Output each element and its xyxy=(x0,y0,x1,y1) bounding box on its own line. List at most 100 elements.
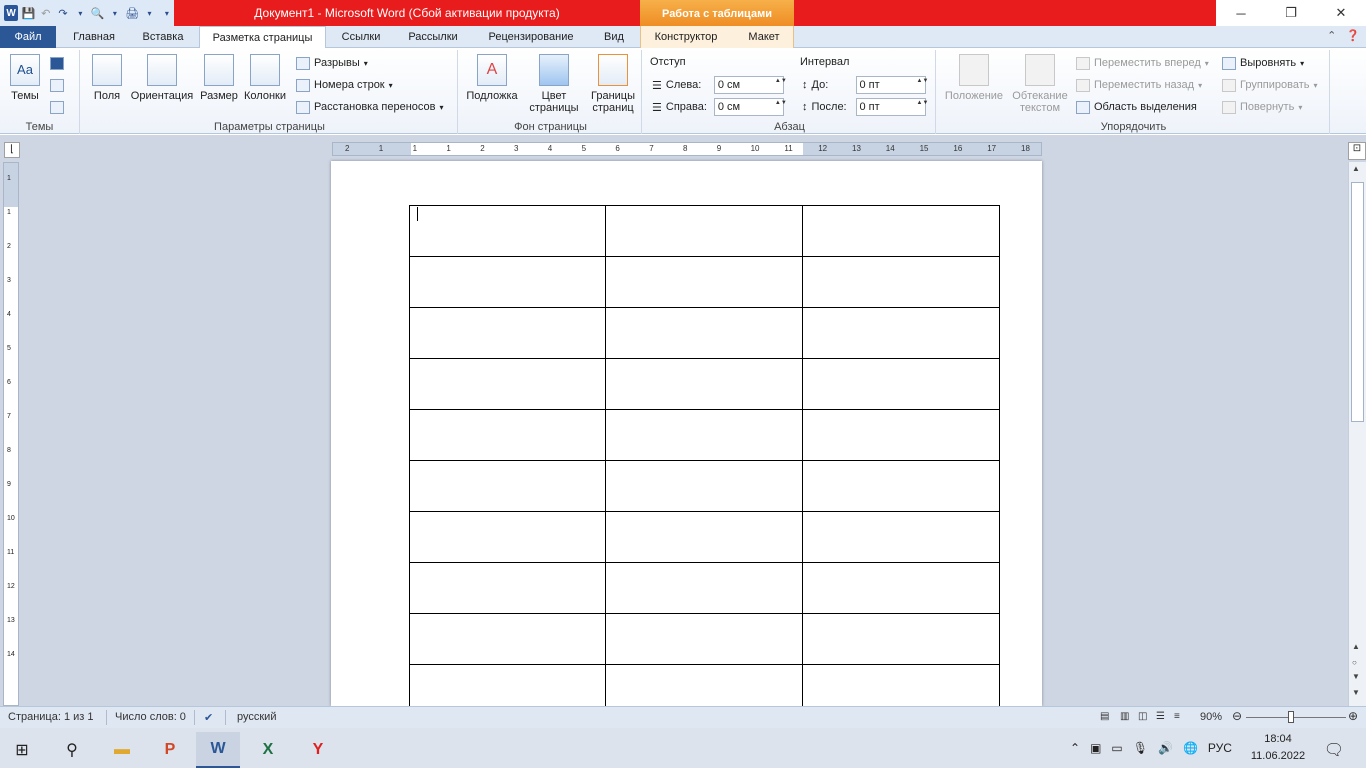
document-page[interactable] xyxy=(331,161,1042,716)
send-backward-button[interactable]: Переместить назад ▾ xyxy=(1076,76,1202,94)
print-preview-icon[interactable]: 🔍 xyxy=(90,5,105,21)
notification-app-icon[interactable]: ▣ xyxy=(1090,741,1101,755)
group-objects-button[interactable]: Группировать ▾ xyxy=(1222,76,1318,94)
scroll-up-icon[interactable]: ▲ xyxy=(1352,164,1360,173)
tab-review[interactable]: Рецензирование xyxy=(474,26,588,48)
spacing-after-input[interactable]: 0 пт xyxy=(855,98,926,116)
microphone-icon[interactable]: 🎙 xyxy=(1133,741,1148,755)
customize-qat-icon[interactable]: ▾ xyxy=(160,5,174,21)
table-cell[interactable] xyxy=(802,256,1000,308)
indent-left-input[interactable]: 0 см xyxy=(713,76,784,94)
size-button[interactable]: Размер xyxy=(196,54,242,102)
table-cell[interactable] xyxy=(802,562,1000,614)
orientation-button[interactable]: Ориентация xyxy=(128,54,196,102)
selection-pane-button[interactable]: Область выделения xyxy=(1076,98,1197,116)
vertical-ruler[interactable]: 1 1 2 3 4 5 6 7 8 9 10 11 12 13 14 xyxy=(3,162,19,706)
outline-view-icon[interactable]: ☰ xyxy=(1156,711,1165,722)
language-indicator[interactable]: русский xyxy=(237,711,276,723)
tab-page-layout[interactable]: Разметка страницы xyxy=(199,26,326,49)
page-count[interactable]: Страница: 1 из 1 xyxy=(8,711,94,723)
file-explorer-icon[interactable]: ▬ xyxy=(100,732,144,768)
close-icon[interactable]: ✕ xyxy=(1316,0,1366,26)
table-cell[interactable] xyxy=(409,460,606,512)
table-cell[interactable] xyxy=(409,307,606,359)
word-count[interactable]: Число слов: 0 xyxy=(115,711,186,723)
tab-mailings[interactable]: Рассылки xyxy=(396,26,470,48)
dropdown-icon[interactable]: ▾ xyxy=(73,5,87,21)
save-icon[interactable]: 💾 xyxy=(21,5,36,21)
page-color-button[interactable]: Цвет страницы xyxy=(524,54,584,114)
language-indicator[interactable]: РУС xyxy=(1208,741,1232,755)
full-screen-reading-icon[interactable]: ▥ xyxy=(1120,711,1129,722)
table-cell[interactable] xyxy=(409,256,606,308)
network-globe-icon[interactable]: 🌐 xyxy=(1183,741,1198,755)
zoom-level[interactable]: 90% xyxy=(1200,711,1222,723)
line-numbers-button[interactable]: Номера строк ▾ xyxy=(296,76,393,94)
word-taskbar-icon[interactable]: W xyxy=(196,732,240,768)
draft-view-icon[interactable]: ≡ xyxy=(1174,711,1180,722)
scroll-up-icon[interactable]: ▲ xyxy=(1352,642,1360,651)
table-cell[interactable] xyxy=(409,511,606,563)
zoom-slider-track[interactable] xyxy=(1246,717,1346,718)
tab-references[interactable]: Ссылки xyxy=(330,26,392,48)
clock[interactable]: 18:04 11.06.2022 xyxy=(1248,731,1308,765)
table-cell[interactable] xyxy=(605,409,803,461)
zoom-slider-handle[interactable] xyxy=(1288,711,1294,723)
hyphenation-button[interactable]: Расстановка переносов ▾ xyxy=(296,98,444,116)
table-cell[interactable] xyxy=(605,613,803,665)
view-ruler-icon[interactable]: ⊡ xyxy=(1348,142,1366,160)
table-cell[interactable] xyxy=(409,562,606,614)
table-cell[interactable] xyxy=(802,358,1000,410)
margins-button[interactable]: Поля xyxy=(84,54,130,102)
table-cell[interactable] xyxy=(605,205,803,257)
bring-forward-button[interactable]: Переместить вперед ▾ xyxy=(1076,54,1209,72)
table-cell[interactable] xyxy=(802,511,1000,563)
tab-insert[interactable]: Вставка xyxy=(130,26,196,48)
start-windows-icon[interactable]: ⊞ xyxy=(0,732,44,768)
page-borders-button[interactable]: Границы страниц xyxy=(588,54,638,114)
print-icon[interactable]: 🖨 xyxy=(125,5,139,21)
spelling-check-icon[interactable]: ✔ xyxy=(204,711,213,724)
rotate-button[interactable]: Повернуть ▾ xyxy=(1222,98,1302,116)
theme-effects-button[interactable] xyxy=(50,98,64,116)
scrollbar-thumb[interactable] xyxy=(1351,182,1364,422)
restore-icon[interactable]: ❐ xyxy=(1266,0,1316,26)
web-layout-icon[interactable]: ◫ xyxy=(1138,711,1147,722)
table-cell[interactable] xyxy=(605,460,803,512)
dropdown-icon[interactable]: ▾ xyxy=(142,5,156,21)
table-cell[interactable] xyxy=(802,613,1000,665)
scroll-down-icon[interactable]: ▼ xyxy=(1352,688,1360,697)
breaks-button[interactable]: Разрывы ▾ xyxy=(296,54,368,72)
excel-icon[interactable]: X xyxy=(246,732,290,768)
tab-file[interactable]: Файл xyxy=(0,26,56,48)
themes-button[interactable]: Aa Темы xyxy=(2,54,48,102)
table-cell[interactable] xyxy=(605,256,803,308)
table-cell[interactable] xyxy=(605,358,803,410)
indent-right-input[interactable]: 0 см xyxy=(713,98,784,116)
print-layout-view-icon[interactable]: ▤ xyxy=(1100,711,1109,722)
search-icon[interactable]: ⚲ xyxy=(50,732,94,768)
table-cell[interactable] xyxy=(605,562,803,614)
wrap-text-button[interactable]: Обтекание текстом xyxy=(1006,54,1074,114)
tab-layout[interactable]: Макет xyxy=(734,26,794,48)
speaker-icon[interactable]: 🔊 xyxy=(1158,741,1173,755)
spacing-before-input[interactable]: 0 пт xyxy=(855,76,926,94)
table-cell[interactable] xyxy=(409,205,606,257)
powerpoint-icon[interactable]: P xyxy=(148,732,192,768)
table-cell[interactable] xyxy=(802,460,1000,512)
battery-icon[interactable]: ▭ xyxy=(1111,741,1122,755)
scroll-down-icon[interactable]: ▼ xyxy=(1352,672,1360,681)
minimize-ribbon-icon[interactable]: ⌃ xyxy=(1327,29,1336,42)
tab-home[interactable]: Главная xyxy=(60,26,128,48)
dropdown-icon[interactable]: ▾ xyxy=(108,5,122,21)
table-cell[interactable] xyxy=(802,307,1000,359)
vertical-scrollbar[interactable]: ▲ ▲ ○ ▼ ▼ xyxy=(1348,162,1366,706)
table-cell[interactable] xyxy=(802,409,1000,461)
notifications-icon[interactable]: 🗨 xyxy=(1312,732,1356,768)
theme-fonts-button[interactable] xyxy=(50,76,64,94)
theme-colors-button[interactable] xyxy=(50,54,64,72)
select-browse-object-icon[interactable]: ○ xyxy=(1352,658,1357,667)
document-table[interactable] xyxy=(409,205,1000,716)
undo-icon[interactable]: ↶ xyxy=(39,5,53,21)
minimize-icon[interactable]: ─ xyxy=(1216,0,1266,26)
